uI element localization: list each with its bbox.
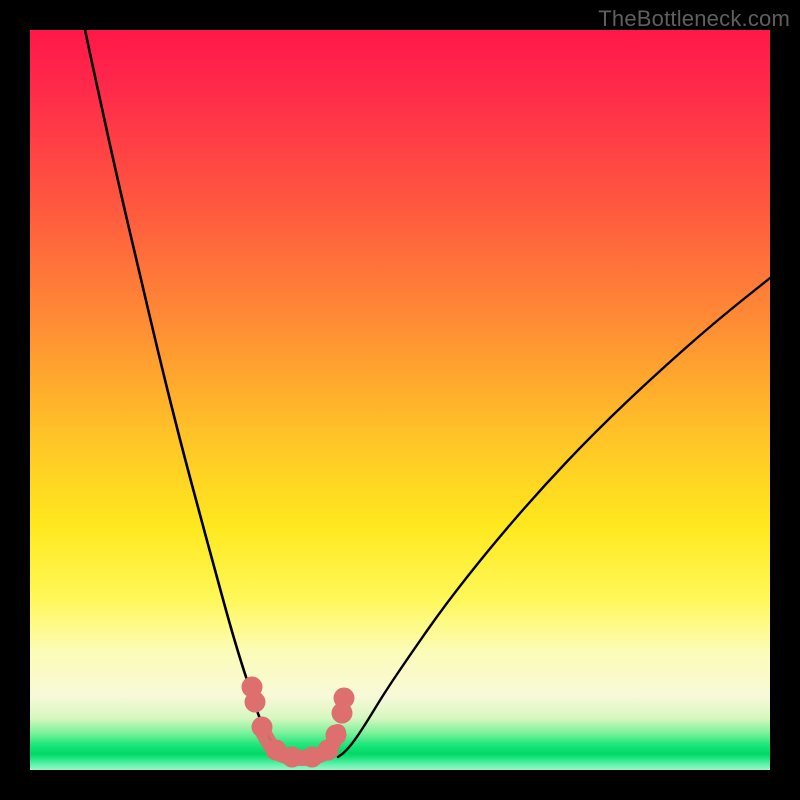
left-curve xyxy=(85,30,290,757)
right-curve xyxy=(338,278,770,757)
valley-marker xyxy=(252,717,273,738)
valley-marker xyxy=(334,688,355,709)
valley-marker xyxy=(326,725,347,746)
valley-marker xyxy=(245,692,266,713)
valley-markers xyxy=(242,677,355,768)
valley-marker xyxy=(282,747,303,768)
curve-layer xyxy=(30,30,770,770)
watermark-text: TheBottleneck.com xyxy=(598,6,790,32)
chart-frame: TheBottleneck.com xyxy=(0,0,800,800)
plot-area xyxy=(30,30,770,770)
